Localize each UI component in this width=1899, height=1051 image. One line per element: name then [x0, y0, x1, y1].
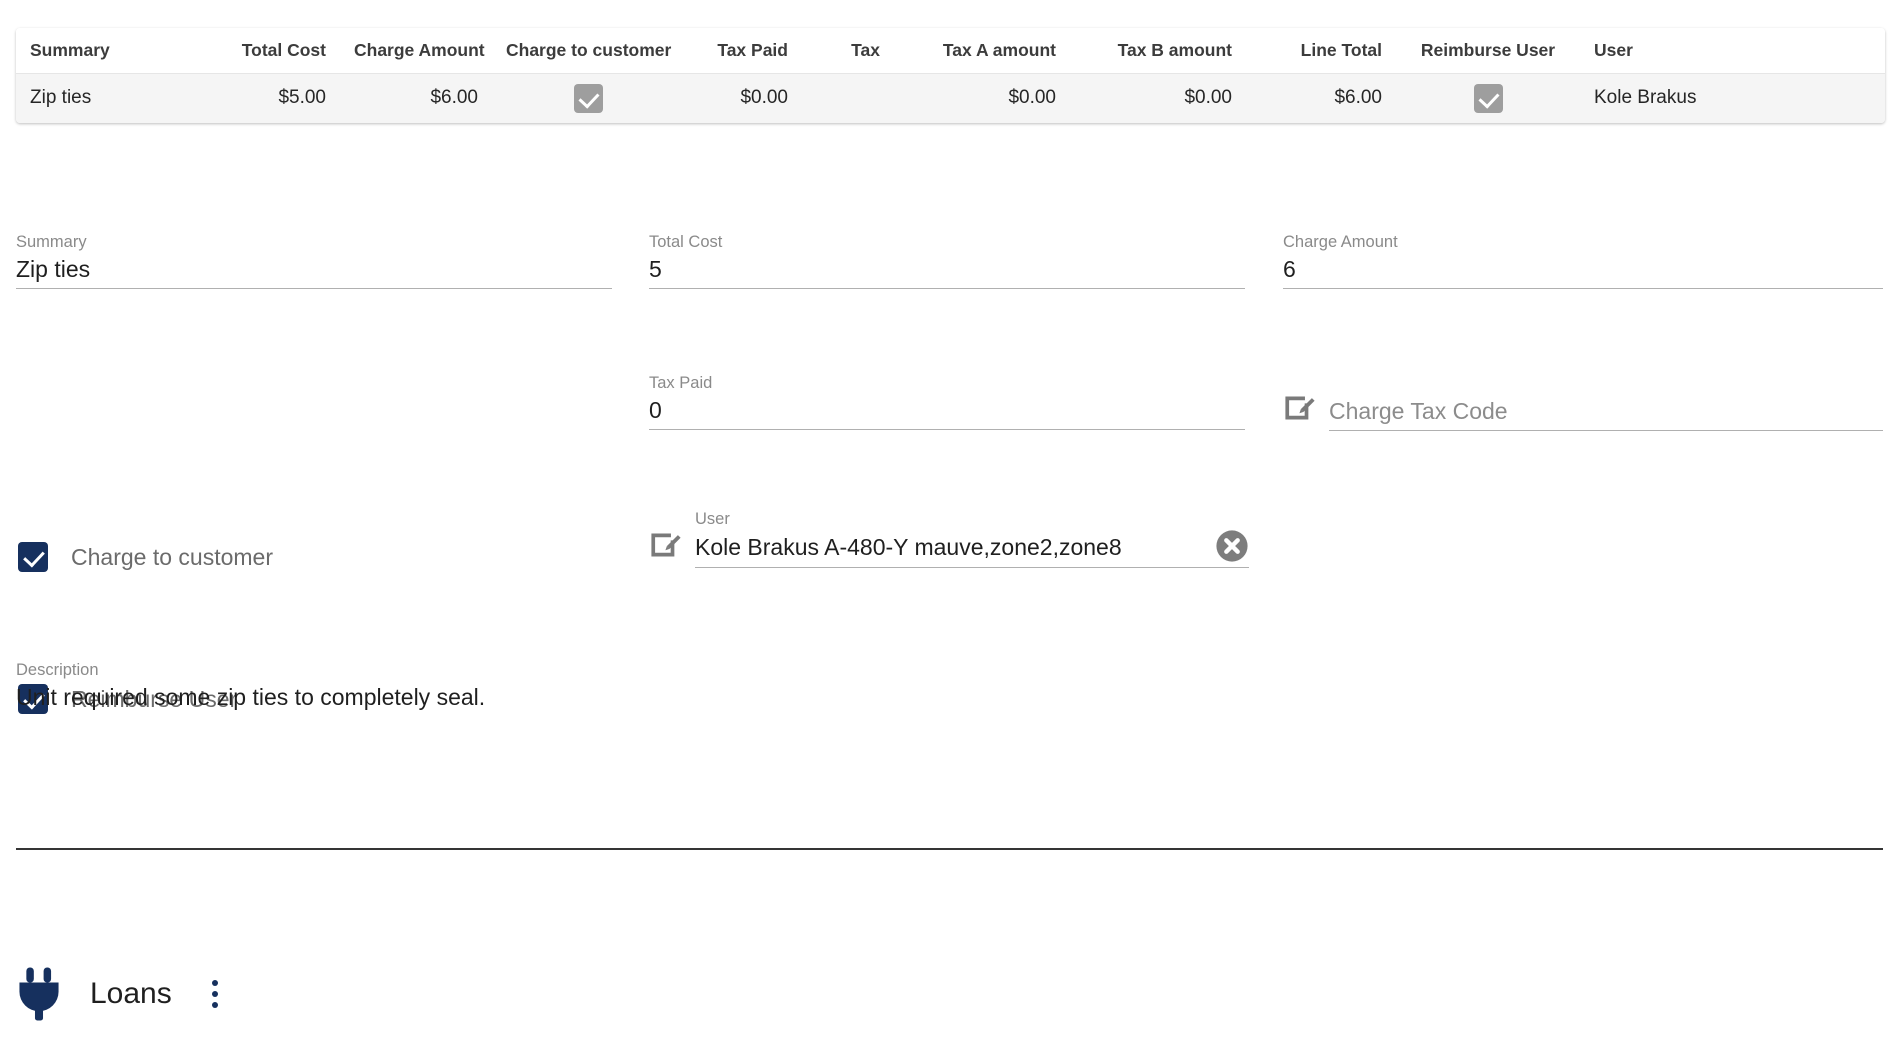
- summary-input[interactable]: Zip ties: [16, 252, 612, 288]
- edit-icon-svg: [1285, 396, 1315, 420]
- edit-icon[interactable]: [1283, 391, 1317, 431]
- column-header-tax-paid[interactable]: Tax Paid: [684, 28, 802, 74]
- page-root: Summary Total Cost Charge Amount Charge …: [0, 0, 1899, 1051]
- plug-icon: [19, 967, 59, 1021]
- clear-circle-icon[interactable]: [1215, 529, 1249, 567]
- user-value-row: Kole Brakus A-480-Y mauve,zone2,zone8: [695, 529, 1249, 567]
- charge-tax-code-input[interactable]: Charge Tax Code: [1329, 394, 1883, 430]
- column-header-line-total[interactable]: Line Total: [1246, 28, 1396, 74]
- kebab-dot: [211, 991, 218, 997]
- cell-tax-b-amount: $0.00: [1070, 73, 1246, 123]
- kebab-menu-icon[interactable]: [204, 974, 226, 1014]
- table-row[interactable]: Zip ties $5.00 $6.00 $0.00 $0.00 $0.00 $…: [16, 73, 1885, 123]
- cell-user: Kole Brakus: [1580, 73, 1885, 123]
- column-header-charge-amount[interactable]: Charge Amount: [340, 28, 492, 74]
- field-label-total-cost: Total Cost: [649, 233, 723, 251]
- checkbox-charge-to-customer[interactable]: Charge to customer: [18, 542, 273, 572]
- checkbox-label-charge-to-customer: Charge to customer: [71, 543, 273, 570]
- field-charge-amount: Charge Amount 6: [1283, 232, 1883, 289]
- description-input[interactable]: Unit required some zip ties to completel…: [16, 680, 485, 714]
- field-underline: [1283, 288, 1883, 289]
- column-header-user[interactable]: User: [1580, 28, 1885, 74]
- tax-paid-input[interactable]: 0: [649, 393, 1245, 429]
- column-header-tax-b-amount[interactable]: Tax B amount: [1070, 28, 1246, 74]
- clear-circle-icon-svg: [1216, 530, 1248, 562]
- column-header-tax-a-amount[interactable]: Tax A amount: [894, 28, 1070, 74]
- column-header-summary[interactable]: Summary: [16, 28, 214, 74]
- checkbox-checked-icon: [573, 83, 603, 113]
- field-label-description: Description: [16, 661, 99, 679]
- field-label-tax-paid: Tax Paid: [649, 374, 713, 392]
- cell-reimburse-user: [1396, 73, 1580, 123]
- charge-amount-input[interactable]: 6: [1283, 252, 1883, 288]
- field-tax-paid: Tax Paid 0: [649, 373, 1245, 430]
- table-body: Zip ties $5.00 $6.00 $0.00 $0.00 $0.00 $…: [16, 73, 1885, 123]
- user-input-wrap: User Kole Brakus A-480-Y mauve,zone2,zon…: [695, 509, 1249, 568]
- cell-charge-to-customer: [492, 73, 684, 123]
- field-underline: [1329, 430, 1883, 431]
- field-description: Description Unit required some zip ties …: [16, 660, 485, 714]
- field-label-user: User: [695, 510, 730, 528]
- field-underline: [649, 288, 1245, 289]
- field-label-summary: Summary: [16, 233, 87, 251]
- total-cost-input[interactable]: 5: [649, 252, 1245, 288]
- edit-icon[interactable]: [649, 528, 683, 568]
- column-header-charge-to-customer[interactable]: Charge to customer: [492, 28, 684, 74]
- cell-tax: [802, 73, 894, 123]
- cell-tax-paid: $0.00: [684, 73, 802, 123]
- section-divider: [16, 848, 1883, 850]
- checkbox-checked-icon[interactable]: [18, 542, 48, 572]
- field-summary: Summary Zip ties: [16, 232, 612, 289]
- field-label-charge-amount: Charge Amount: [1283, 233, 1398, 251]
- column-header-tax[interactable]: Tax: [802, 28, 894, 74]
- cell-charge-amount: $6.00: [340, 73, 492, 123]
- cell-line-total: $6.00: [1246, 73, 1396, 123]
- field-underline: [695, 567, 1249, 568]
- cell-tax-a-amount: $0.00: [894, 73, 1070, 123]
- line-items-table: Summary Total Cost Charge Amount Charge …: [16, 28, 1885, 123]
- edit-icon-svg: [651, 533, 681, 557]
- line-items-table-card: Summary Total Cost Charge Amount Charge …: [16, 28, 1885, 123]
- checkbox-checked-icon: [1473, 83, 1503, 113]
- field-charge-tax-code: Charge Tax Code: [1283, 391, 1883, 431]
- table-header: Summary Total Cost Charge Amount Charge …: [16, 28, 1885, 74]
- field-underline: [649, 429, 1245, 430]
- charge-tax-code-input-wrap: Charge Tax Code: [1329, 394, 1883, 431]
- cell-summary: Zip ties: [16, 73, 214, 123]
- user-input[interactable]: Kole Brakus A-480-Y mauve,zone2,zone8: [695, 530, 1122, 566]
- column-header-reimburse-user[interactable]: Reimburse User: [1396, 28, 1580, 74]
- column-header-total-cost[interactable]: Total Cost: [214, 28, 340, 74]
- cell-total-cost: $5.00: [214, 73, 340, 123]
- kebab-dot: [211, 980, 218, 986]
- loans-section: Loans: [16, 965, 226, 1023]
- field-total-cost: Total Cost 5: [649, 232, 1245, 289]
- loans-section-title: Loans: [90, 977, 172, 1010]
- field-underline: [16, 288, 612, 289]
- table-header-row: Summary Total Cost Charge Amount Charge …: [16, 28, 1885, 74]
- kebab-dot: [211, 1002, 218, 1008]
- field-user: User Kole Brakus A-480-Y mauve,zone2,zon…: [649, 509, 1249, 568]
